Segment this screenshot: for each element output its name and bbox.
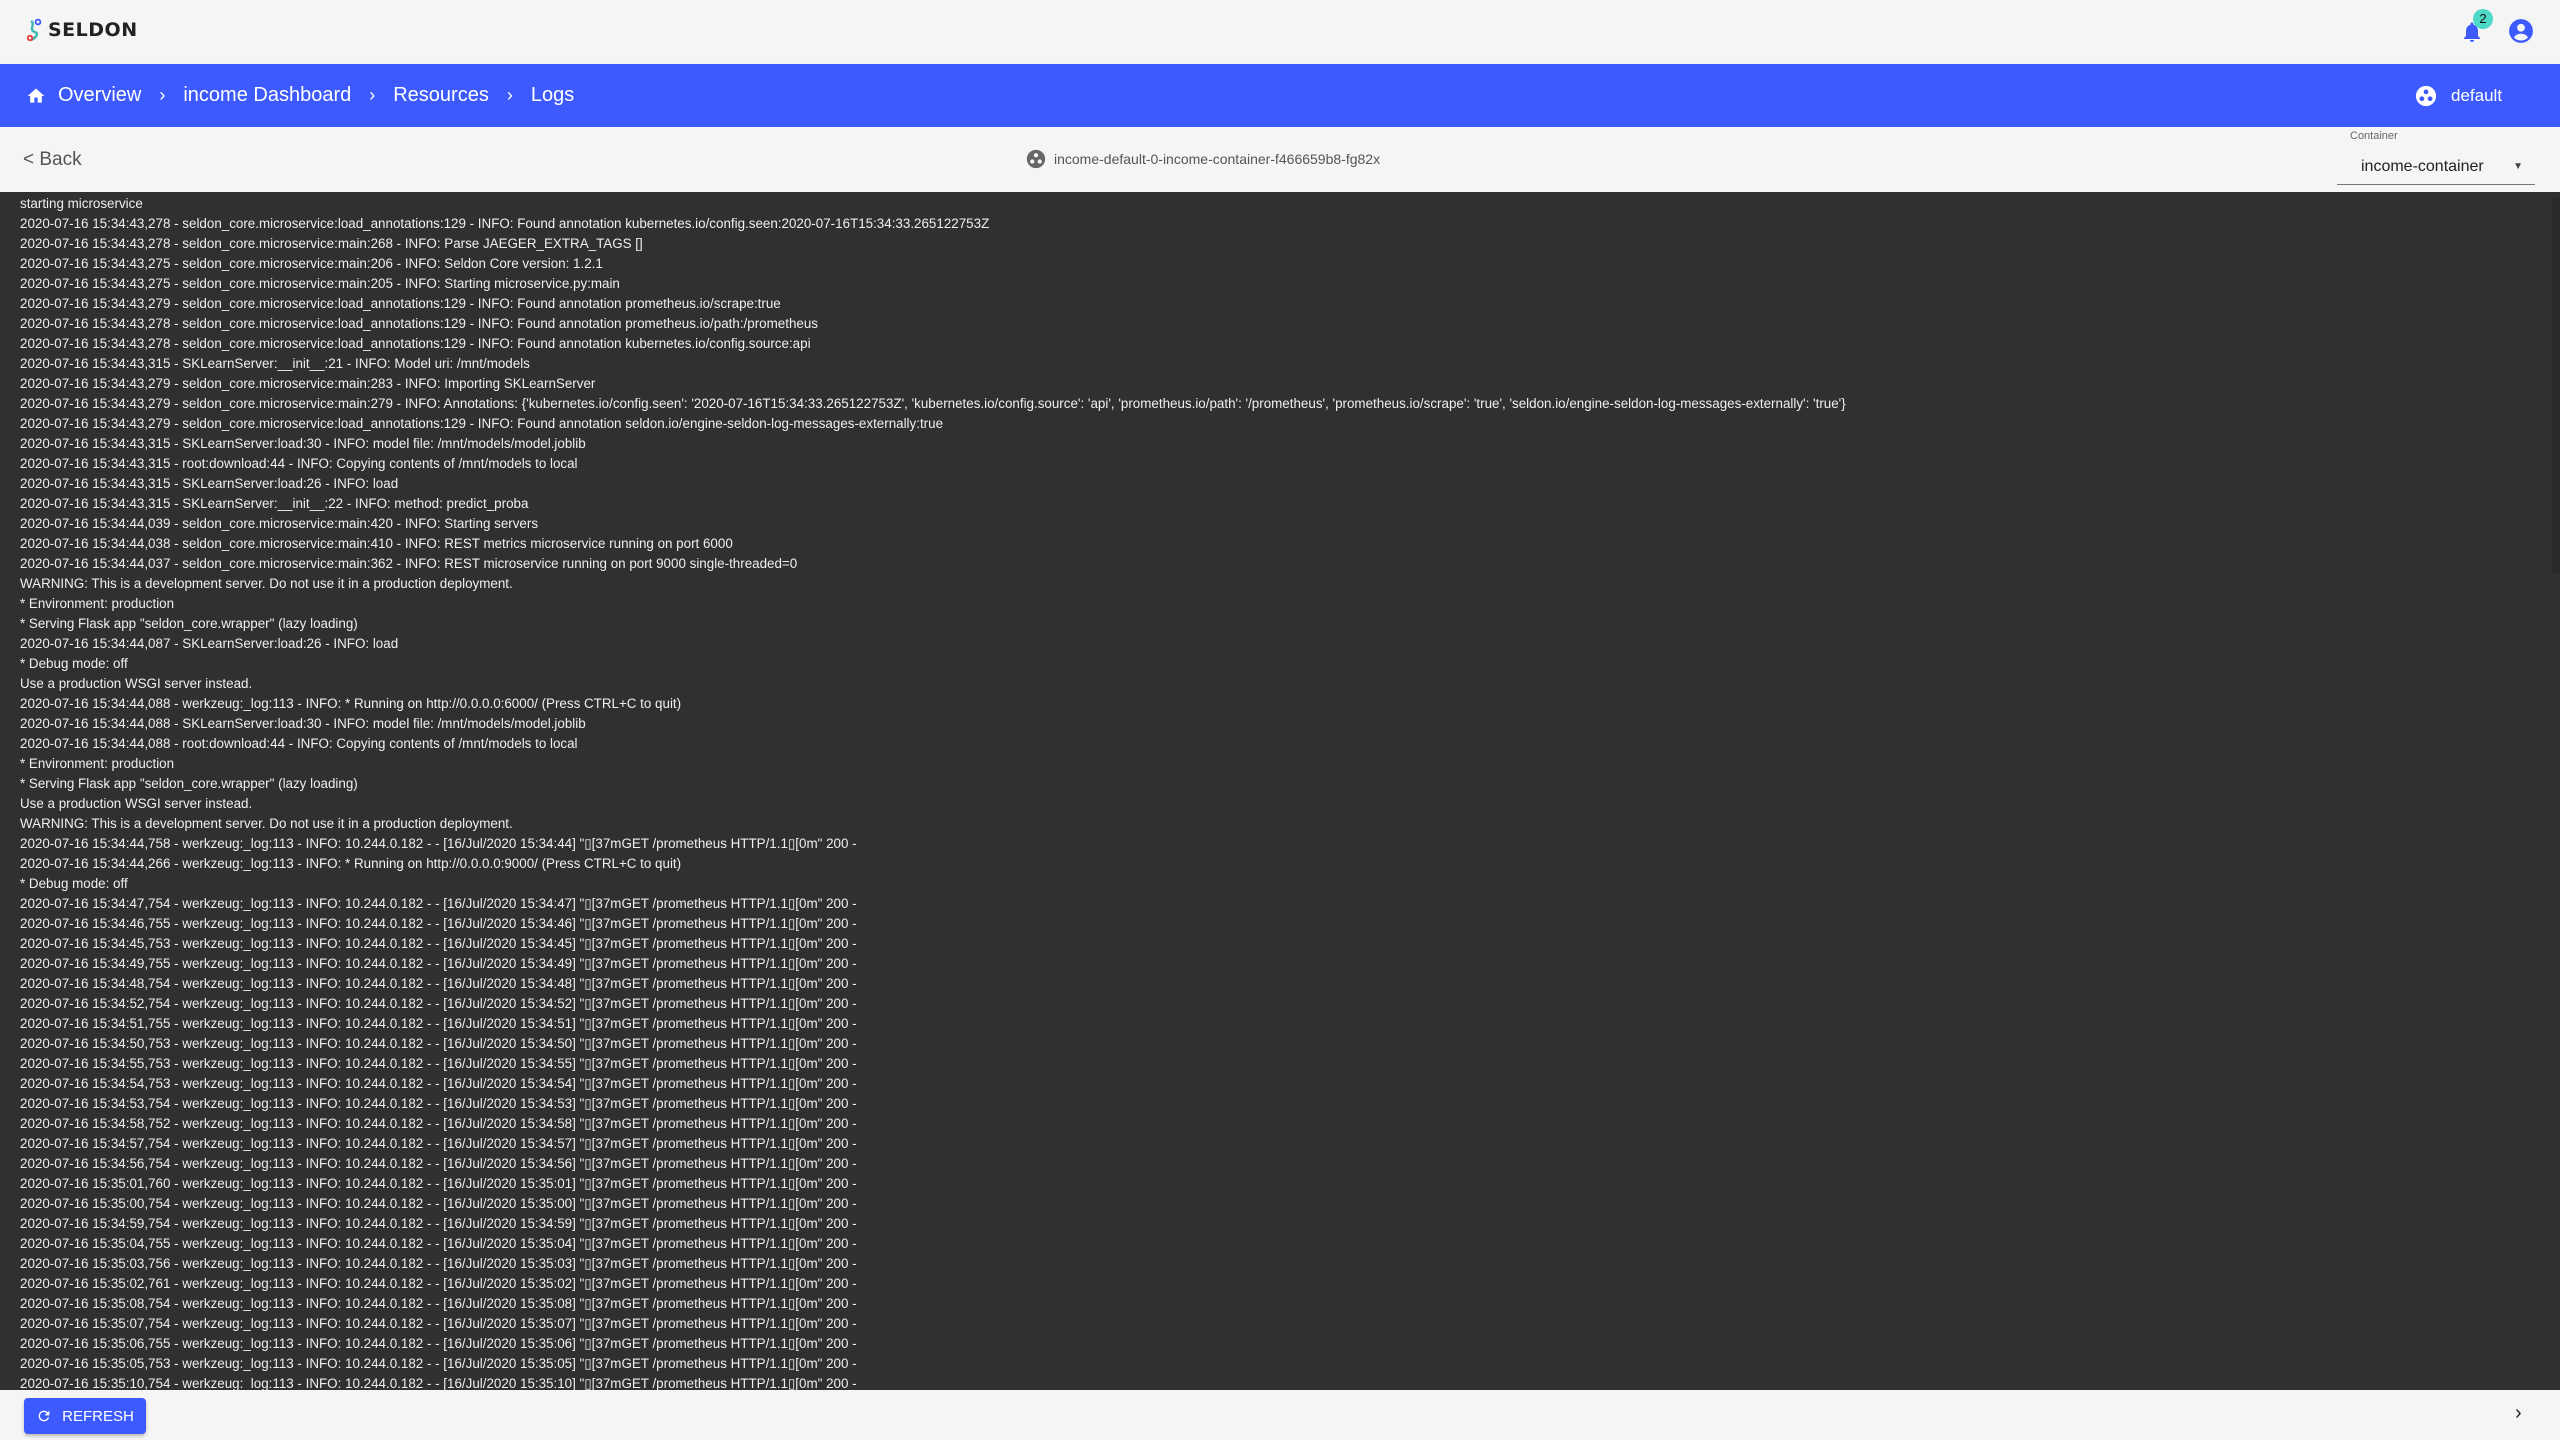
log-line: 2020-07-16 15:34:44,758 - werkzeug:_log:… <box>20 836 857 851</box>
log-line: 2020-07-16 15:35:04,755 - werkzeug:_log:… <box>20 1236 857 1251</box>
log-line: 2020-07-16 15:34:43,315 - SKLearnServer:… <box>20 496 529 511</box>
log-line: 2020-07-16 15:35:07,754 - werkzeug:_log:… <box>20 1316 857 1331</box>
log-line: 2020-07-16 15:34:55,753 - werkzeug:_log:… <box>20 1056 857 1071</box>
log-line: Use a production WSGI server instead. <box>20 796 253 811</box>
seldon-logo[interactable]: SELDON <box>26 18 138 42</box>
log-line: 2020-07-16 15:34:43,279 - seldon_core.mi… <box>20 376 596 391</box>
log-line: 2020-07-16 15:34:56,754 - werkzeug:_log:… <box>20 1156 857 1171</box>
log-line: Use a production WSGI server instead. <box>20 676 253 691</box>
refresh-icon <box>38 1410 50 1422</box>
chevron-right-icon: › <box>369 85 376 105</box>
log-line: 2020-07-16 15:34:43,279 - seldon_core.mi… <box>20 416 944 431</box>
breadcrumb-resources[interactable]: Resources <box>393 84 489 107</box>
log-header: < Back income-default-0-income-container… <box>0 127 2560 192</box>
log-line: 2020-07-16 15:34:43,279 - seldon_core.mi… <box>20 296 781 311</box>
log-line: 2020-07-16 15:34:48,754 - werkzeug:_log:… <box>20 976 857 991</box>
namespace-icon <box>2415 85 2437 106</box>
back-button[interactable]: < Back <box>23 149 82 171</box>
chevron-right-icon: › <box>506 85 513 105</box>
log-line: 2020-07-16 15:34:43,275 - seldon_core.mi… <box>20 256 603 271</box>
log-line: 2020-07-16 15:34:44,088 - root:download:… <box>20 736 578 751</box>
chevron-right-icon: › <box>159 85 166 105</box>
log-line: 2020-07-16 15:34:43,278 - seldon_core.mi… <box>20 316 818 331</box>
log-line: 2020-07-16 15:35:06,755 - werkzeug:_log:… <box>20 1336 857 1351</box>
top-app-bar: SELDON 2 <box>0 0 2560 64</box>
pod-info: income-default-0-income-container-f46665… <box>1026 149 1380 169</box>
log-line: 2020-07-16 15:35:02,761 - werkzeug:_log:… <box>20 1276 857 1291</box>
log-line: WARNING: This is a development server. D… <box>20 576 513 591</box>
log-line: 2020-07-16 15:35:08,754 - werkzeug:_log:… <box>20 1296 857 1311</box>
breadcrumb-income-dashboard[interactable]: income Dashboard <box>183 84 351 107</box>
account-icon[interactable] <box>2508 18 2534 44</box>
log-line: 2020-07-16 15:35:01,760 - werkzeug:_log:… <box>20 1176 857 1191</box>
notification-badge: 2 <box>2473 9 2493 29</box>
log-line: 2020-07-16 15:34:44,037 - seldon_core.mi… <box>20 556 798 571</box>
log-line: 2020-07-16 15:34:43,315 - SKLearnServer:… <box>20 436 586 451</box>
pod-name: income-default-0-income-container-f46665… <box>1054 151 1381 167</box>
log-line: 2020-07-16 15:34:54,753 - werkzeug:_log:… <box>20 1076 857 1091</box>
log-line: 2020-07-16 15:35:10,754 - werkzeug:_log:… <box>20 1376 857 1390</box>
log-line: 2020-07-16 15:35:00,754 - werkzeug:_log:… <box>20 1196 857 1211</box>
refresh-label: REFRESH <box>62 1407 134 1425</box>
log-line: 2020-07-16 15:34:44,088 - SKLearnServer:… <box>20 716 586 731</box>
log-line: * Environment: production <box>20 756 175 771</box>
log-lines: starting microservice 2020-07-16 15:34:43… <box>20 194 1846 1390</box>
log-line: 2020-07-16 15:35:03,756 - werkzeug:_log:… <box>20 1256 857 1271</box>
namespace-label: default <box>2451 85 2503 105</box>
breadcrumb-logs: Logs <box>530 84 575 106</box>
log-line: 2020-07-16 15:34:49,755 - werkzeug:_log:… <box>20 956 857 971</box>
log-line: 2020-07-16 15:34:51,755 - werkzeug:_log:… <box>20 1016 857 1031</box>
log-line: 2020-07-16 15:34:43,315 - SKLearnServer:… <box>20 476 399 491</box>
home-icon[interactable] <box>26 86 46 106</box>
log-line: 2020-07-16 15:34:43,315 - SKLearnServer:… <box>20 356 530 371</box>
log-line: 2020-07-16 15:34:44,088 - werkzeug:_log:… <box>20 696 682 711</box>
log-line: starting microservice <box>20 196 143 211</box>
log-line: WARNING: This is a development server. D… <box>20 816 513 831</box>
container-select[interactable]: income-container ▼ <box>2337 152 2535 185</box>
log-line: 2020-07-16 15:34:45,753 - werkzeug:_log:… <box>20 936 857 951</box>
log-line: * Serving Flask app "seldon_core.wrapper… <box>20 616 358 631</box>
log-line: 2020-07-16 15:34:43,278 - seldon_core.mi… <box>20 336 811 351</box>
footer-bar: REFRESH › <box>0 1390 2560 1440</box>
seldon-logo-icon <box>26 18 42 42</box>
logo-text: SELDON <box>48 19 138 41</box>
pod-icon <box>1026 149 1046 169</box>
log-line: 2020-07-16 15:34:57,754 - werkzeug:_log:… <box>20 1136 857 1151</box>
log-scrollbar[interactable] <box>2552 198 2560 573</box>
log-line: 2020-07-16 15:34:46,755 - werkzeug:_log:… <box>20 916 857 931</box>
log-line: 2020-07-16 15:34:47,754 - werkzeug:_log:… <box>20 896 857 911</box>
log-line: 2020-07-16 15:34:50,753 - werkzeug:_log:… <box>20 1036 857 1051</box>
log-line: 2020-07-16 15:34:52,754 - werkzeug:_log:… <box>20 996 857 1011</box>
log-line: 2020-07-16 15:34:43,315 - root:download:… <box>20 456 578 471</box>
breadcrumb-bar: Overview › income Dashboard › Resources … <box>0 64 2560 127</box>
log-line: * Debug mode: off <box>20 656 128 671</box>
log-line: 2020-07-16 15:34:44,266 - werkzeug:_log:… <box>20 856 682 871</box>
log-line: 2020-07-16 15:34:43,279 - seldon_core.mi… <box>20 396 1846 411</box>
log-line: * Debug mode: off <box>20 876 128 891</box>
log-line: 2020-07-16 15:34:53,754 - werkzeug:_log:… <box>20 1096 857 1111</box>
refresh-button[interactable]: REFRESH <box>24 1398 146 1434</box>
log-line: 2020-07-16 15:34:43,278 - seldon_core.mi… <box>20 216 990 231</box>
log-line: 2020-07-16 15:34:44,087 - SKLearnServer:… <box>20 636 399 651</box>
log-line: 2020-07-16 15:34:44,039 - seldon_core.mi… <box>20 516 539 531</box>
container-select-value: income-container <box>2361 158 2484 175</box>
log-line: 2020-07-16 15:34:43,275 - seldon_core.mi… <box>20 276 620 291</box>
log-line: 2020-07-16 15:35:05,753 - werkzeug:_log:… <box>20 1356 857 1371</box>
log-line: 2020-07-16 15:34:43,278 - seldon_core.mi… <box>20 236 643 251</box>
namespace-selector[interactable]: default <box>2415 64 2502 127</box>
container-select-label: Container <box>2350 130 2398 142</box>
breadcrumb: Overview › income Dashboard › Resources … <box>26 64 574 127</box>
chevron-right-icon[interactable]: › <box>2515 1402 2522 1425</box>
log-line: 2020-07-16 15:34:44,038 - seldon_core.mi… <box>20 536 733 551</box>
log-line: 2020-07-16 15:34:58,752 - werkzeug:_log:… <box>20 1116 857 1131</box>
log-viewer[interactable]: starting microservice 2020-07-16 15:34:43… <box>0 192 2560 1390</box>
breadcrumb-overview[interactable]: Overview <box>58 84 141 107</box>
dropdown-arrow-icon: ▼ <box>2513 161 2523 172</box>
log-line: 2020-07-16 15:34:59,754 - werkzeug:_log:… <box>20 1216 857 1231</box>
log-line: * Environment: production <box>20 596 175 611</box>
log-line: * Serving Flask app "seldon_core.wrapper… <box>20 776 358 791</box>
